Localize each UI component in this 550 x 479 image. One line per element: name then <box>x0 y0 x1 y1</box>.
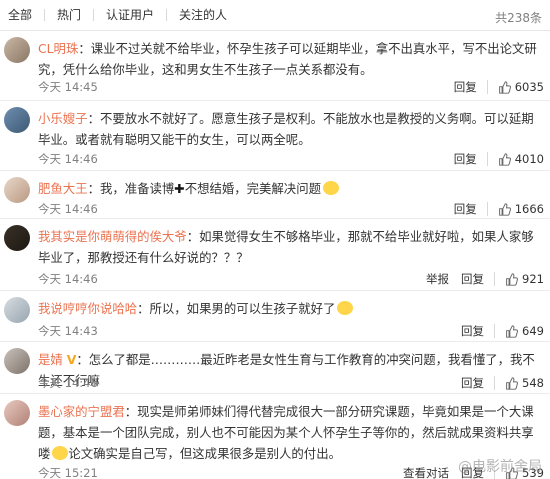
thumbs-up-icon <box>498 152 511 166</box>
like-count: 6035 <box>514 80 544 94</box>
like-button[interactable]: 6035 <box>486 80 544 94</box>
like-count: 1666 <box>514 202 544 216</box>
report-button[interactable]: 举报 <box>426 271 449 287</box>
thumbs-up-icon <box>498 80 511 94</box>
timestamp: 今天 14:45 <box>38 80 98 94</box>
username[interactable]: 我其实是你萌萌得的俟大爷 <box>38 229 187 244</box>
sweat-smile-emoji-icon <box>337 301 354 315</box>
avatar[interactable] <box>4 297 30 323</box>
username[interactable]: CL明珠 <box>38 41 78 56</box>
comment-body: ：所以，如果男的可以生孩子就好了 <box>137 301 336 316</box>
comment-item: 肥鱼大王：我，准备读博✚不想结婚，完美解决问题 今天 14:46 回复 1666 <box>0 171 550 219</box>
watermark: @电影前舍局 <box>458 459 542 475</box>
timestamp: 今天 14:46 <box>38 376 98 390</box>
comment-body: ：我，准备读博 <box>87 181 175 196</box>
comment-item: CL明珠：课业不过关就不给毕业，怀孕生孩子可以延期毕业，拿不出真水平，写不出论文… <box>0 31 550 101</box>
grin-emoji-icon <box>322 181 339 195</box>
reply-button[interactable]: 回复 <box>461 323 484 339</box>
sweat-smile-emoji-icon <box>52 446 69 460</box>
like-button[interactable]: 921 <box>494 272 544 286</box>
tab-all[interactable]: 全部 <box>8 9 44 21</box>
avatar[interactable] <box>4 107 30 133</box>
like-count: 649 <box>522 324 544 338</box>
like-button[interactable]: 649 <box>494 324 544 338</box>
total-count: 共238条 <box>495 11 542 25</box>
verified-badge-icon: V <box>66 352 77 367</box>
timestamp: 今天 14:46 <box>38 272 98 286</box>
like-count: 4010 <box>514 152 544 166</box>
avatar[interactable] <box>4 400 30 426</box>
avatar[interactable] <box>4 177 30 203</box>
cross-emoji-icon: ✚ <box>174 181 185 196</box>
username[interactable]: 小乐嫂子 <box>38 111 88 126</box>
comment-text: 我其实是你萌萌得的俟大爷：如果觉得女生不够格毕业，那就不给毕业就好啦，如果人家够… <box>38 226 542 268</box>
comment-text: 墨心家的宁盟君：现实是师弟师妹们得代替完成很大一部分研究课题，毕竟如果是一个大课… <box>38 401 542 464</box>
like-button[interactable]: 4010 <box>486 152 544 166</box>
comment-text: 我说哼哼你说哈哈：所以，如果男的可以生孩子就好了 <box>38 298 542 319</box>
reply-button[interactable]: 回复 <box>454 201 477 217</box>
comment-body: ：不要放水不就好了。愿意生孩子是权利。不能放水也是教授的义务啊。可以延期毕业。或… <box>38 111 534 147</box>
avatar[interactable] <box>4 348 30 374</box>
like-button[interactable]: 1666 <box>486 202 544 216</box>
reply-button[interactable]: 回复 <box>461 375 484 391</box>
username[interactable]: 我说哼哼你说哈哈 <box>38 301 137 316</box>
comment-item: 我其实是你萌萌得的俟大爷：如果觉得女生不够格毕业，那就不给毕业就好啦，如果人家够… <box>0 219 550 291</box>
username[interactable]: 肥鱼大王 <box>38 181 88 196</box>
comment-text: 小乐嫂子：不要放水不就好了。愿意生孩子是权利。不能放水也是教授的义务啊。可以延期… <box>38 108 542 150</box>
reply-button[interactable]: 回复 <box>454 79 477 95</box>
comment-item: 是婧 V：怎么了都是…………最近昨老是女性生育与工作教育的冲突问题，我看懂了，我… <box>0 342 550 394</box>
like-button[interactable]: 548 <box>494 376 544 390</box>
comment-actions: 回复 548 <box>449 375 544 391</box>
like-count: 548 <box>522 376 544 390</box>
comment-body-cont: 不想结婚，完美解决问题 <box>184 181 321 196</box>
comment-filter-tabs: 全部 热门 认证用户 关注的人 共238条 <box>0 0 550 31</box>
reply-button[interactable]: 回复 <box>461 271 484 287</box>
tab-following[interactable]: 关注的人 <box>166 9 239 21</box>
reply-button[interactable]: 回复 <box>454 151 477 167</box>
timestamp: 今天 15:21 <box>38 466 98 479</box>
username[interactable]: 墨心家的宁盟君 <box>38 404 125 419</box>
comment-actions: 举报 回复 921 <box>414 271 544 287</box>
timestamp: 今天 14:46 <box>38 152 98 166</box>
comment-text: CL明珠：课业不过关就不给毕业，怀孕生孩子可以延期毕业，拿不出真水平，写不出论文… <box>38 38 542 80</box>
avatar[interactable] <box>4 225 30 251</box>
username[interactable]: 是婧 <box>38 352 63 367</box>
like-count: 921 <box>522 272 544 286</box>
comment-item: 小乐嫂子：不要放水不就好了。愿意生孩子是权利。不能放水也是教授的义务啊。可以延期… <box>0 101 550 171</box>
comment-text: 肥鱼大王：我，准备读博✚不想结婚，完美解决问题 <box>38 178 542 199</box>
tab-verified[interactable]: 认证用户 <box>93 9 166 21</box>
tab-hot[interactable]: 热门 <box>44 9 93 21</box>
thumbs-up-icon <box>498 202 511 216</box>
thumbs-up-icon <box>506 324 519 338</box>
comment-item: 我说哼哼你说哈哈：所以，如果男的可以生孩子就好了 今天 14:43 回复 649 <box>0 291 550 342</box>
comment-body-cont: 论文确实是自己写，但这成果很多是别人的付出。 <box>68 446 341 461</box>
comment-actions: 回复 4010 <box>442 151 544 167</box>
comment-body: ：课业不过关就不给毕业，怀孕生孩子可以延期毕业，拿不出真水平，写不出论文研究，凭… <box>38 41 537 77</box>
comment-actions: 回复 649 <box>449 323 544 339</box>
timestamp: 今天 14:43 <box>38 324 98 338</box>
avatar[interactable] <box>4 37 30 63</box>
comment-actions: 回复 6035 <box>442 79 544 95</box>
view-dialog-button[interactable]: 查看对话 <box>403 465 449 479</box>
timestamp: 今天 14:46 <box>38 202 98 216</box>
thumbs-up-icon <box>506 376 519 390</box>
thumbs-up-icon <box>506 272 519 286</box>
comment-actions: 回复 1666 <box>442 201 544 217</box>
